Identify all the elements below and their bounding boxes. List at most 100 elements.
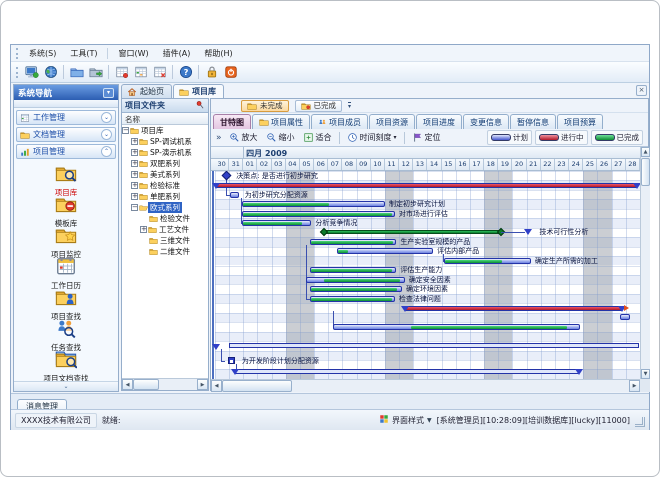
sidebar-item-工作日历[interactable]: 工作日历	[14, 255, 118, 286]
toolbar-monitor-button[interactable]	[22, 63, 41, 81]
tree-expander-icon[interactable]: +	[131, 182, 138, 189]
tree-expander-icon[interactable]: −	[131, 204, 138, 211]
filter-已完成[interactable]: 已完成	[295, 100, 343, 112]
close-tab-button[interactable]: ×	[636, 85, 647, 96]
scroll-up-icon[interactable]: ▲	[641, 147, 650, 157]
tab-暂停信息[interactable]: 暂停信息	[510, 114, 556, 129]
resize-grip[interactable]	[635, 417, 645, 427]
gantt-bar-plan[interactable]	[444, 258, 530, 264]
gantt-bar-summary-done[interactable]	[324, 230, 501, 234]
gantt-bar-plan[interactable]	[230, 192, 239, 198]
tab-项目库[interactable]: 项目库	[173, 84, 224, 98]
sidebar-item-项目查找[interactable]: 项目查找	[14, 286, 118, 317]
gantt-缩小-button[interactable]: 缩小	[263, 131, 298, 144]
menu-2[interactable]: 工具(T)	[63, 46, 104, 61]
sidebar-item-任务查找[interactable]: 任务查找	[14, 317, 118, 348]
tab-项目资源[interactable]: 项目资源	[369, 114, 415, 129]
toolbar-sched-grid-button[interactable]	[131, 63, 150, 81]
tree-item-美式系列[interactable]: +美式系列	[122, 169, 208, 180]
sidebar-item-模板库[interactable]: 模板库	[14, 193, 118, 224]
scroll-right-icon[interactable]: ▶	[629, 380, 640, 392]
tab-甘特图[interactable]: 甘特图	[213, 114, 251, 129]
tree-item-SP-调试机系[interactable]: +SP-调试机系	[122, 136, 208, 147]
tree-item-SP-演示机系[interactable]: +SP-演示机系	[122, 147, 208, 158]
tree-item-欧式系列[interactable]: −欧式系列	[122, 202, 208, 213]
gantt-时间刻度-button[interactable]: 时间刻度▾	[344, 131, 400, 144]
tree-expander-icon[interactable]: +	[140, 226, 147, 233]
tree-item-工艺文件[interactable]: +工艺文件	[122, 224, 208, 235]
scroll-right-icon[interactable]: ▶	[197, 379, 208, 390]
sidebar-item-项目文档查找[interactable]: 项目文档查找	[14, 348, 118, 379]
scrollbar-thumb[interactable]	[133, 379, 159, 390]
gantt-bar-plan[interactable]	[337, 248, 433, 254]
tree-expander-icon[interactable]: +	[131, 160, 138, 167]
tree-item-单肥系列[interactable]: +单肥系列	[122, 191, 208, 202]
tree-expander-icon[interactable]: +	[131, 149, 138, 156]
scroll-left-icon[interactable]: ◀	[211, 380, 222, 392]
gantt-适合-button[interactable]: 适合	[300, 131, 335, 144]
scrollbar-thumb[interactable]	[641, 158, 650, 186]
note-icon[interactable]	[228, 357, 235, 364]
toolbar-grip[interactable]	[16, 48, 18, 59]
sidebar-item-项目库[interactable]: 项目库	[14, 162, 118, 193]
toolbar-sched-red-button[interactable]	[112, 63, 131, 81]
filter-未完成[interactable]: 未完成	[241, 100, 289, 112]
toolbar-help-button[interactable]: ?	[176, 63, 195, 81]
nav-collapse-strip[interactable]	[14, 100, 118, 108]
tree-expander-icon[interactable]: +	[131, 171, 138, 178]
toolbar-sched-x-button[interactable]	[150, 63, 169, 81]
gantt-bar-summary-plan[interactable]	[229, 343, 638, 348]
gantt-bar-plan[interactable]	[310, 296, 395, 302]
tab-项目成员[interactable]: 项目成员	[311, 114, 368, 129]
toolbar-overflow-icon[interactable]: ▾	[348, 102, 351, 109]
gantt-bar-plan[interactable]	[242, 201, 385, 207]
tab-变更信息[interactable]: 变更信息	[463, 114, 509, 129]
gantt-定位-button[interactable]: 定位	[409, 131, 444, 144]
tree-item-三维文件[interactable]: 三维文件	[122, 235, 208, 246]
menu-3[interactable]: 窗口(W)	[111, 46, 155, 61]
gantt-bar-plan[interactable]	[333, 324, 581, 330]
nav-group-工作管理[interactable]: 工作管理⌄	[16, 110, 116, 125]
toolbar-folder-window-button[interactable]	[67, 63, 86, 81]
tree-expander-icon[interactable]: +	[131, 138, 138, 145]
gantt-bar-summary-plan[interactable]	[235, 369, 579, 374]
pin-icon[interactable]	[195, 100, 205, 112]
toolbar-power-button[interactable]	[221, 63, 240, 81]
toolbar-grip[interactable]	[16, 67, 18, 78]
gantt-bar-summary-active[interactable]	[216, 183, 637, 188]
toolbar-folder-export-button[interactable]	[86, 63, 105, 81]
gantt-bar-plan[interactable]	[310, 267, 396, 273]
gantt-放大-button[interactable]: 放大	[226, 131, 261, 144]
chevron-icon[interactable]: ⌄	[101, 112, 112, 123]
gantt-toolbar-overflow-icon[interactable]: »	[214, 133, 224, 143]
tree-item-检验标准[interactable]: +检验标准	[122, 180, 208, 191]
scroll-left-icon[interactable]: ◀	[122, 379, 133, 390]
tree-expander-icon[interactable]: +	[131, 193, 138, 200]
toolbar-globe-button[interactable]	[41, 63, 60, 81]
gantt-bar-summary-active[interactable]	[405, 306, 622, 311]
gantt-bar-plan[interactable]	[310, 239, 396, 245]
tree-item-项目库[interactable]: −项目库	[122, 125, 208, 136]
gantt-bar-plan[interactable]	[620, 314, 630, 320]
gantt-bar-plan[interactable]	[242, 211, 395, 217]
tab-起始页[interactable]: 起始页	[121, 84, 172, 98]
gantt-bar-plan[interactable]	[306, 277, 405, 283]
tab-项目属性[interactable]: 项目属性	[252, 114, 310, 129]
nav-group-文档管理[interactable]: 文档管理⌄	[16, 127, 116, 142]
gantt-bar-plan[interactable]	[310, 286, 402, 292]
nav-bottom-strip[interactable]: ⌄	[14, 381, 118, 391]
toolbar-lock-button[interactable]	[202, 63, 221, 81]
menu-5[interactable]: 帮助(H)	[197, 46, 239, 61]
menu-4[interactable]: 插件(A)	[156, 46, 198, 61]
tab-项目进度[interactable]: 项目进度	[416, 114, 462, 129]
tree-item-检验文件[interactable]: 检验文件	[122, 213, 208, 224]
chevron-icon[interactable]: ⌃	[101, 146, 112, 157]
tree-expander-icon[interactable]: −	[122, 127, 129, 134]
tab-项目预算[interactable]: 项目预算	[557, 114, 603, 129]
tree-item-双肥系列[interactable]: +双肥系列	[122, 158, 208, 169]
chevron-icon[interactable]: ⌄	[101, 129, 112, 140]
gantt-milestone[interactable]	[524, 229, 532, 235]
nav-group-项目管理[interactable]: 项目管理⌃	[16, 144, 116, 159]
gantt-bar-plan[interactable]	[242, 220, 311, 226]
menu-1[interactable]: 系统(S)	[22, 46, 63, 61]
